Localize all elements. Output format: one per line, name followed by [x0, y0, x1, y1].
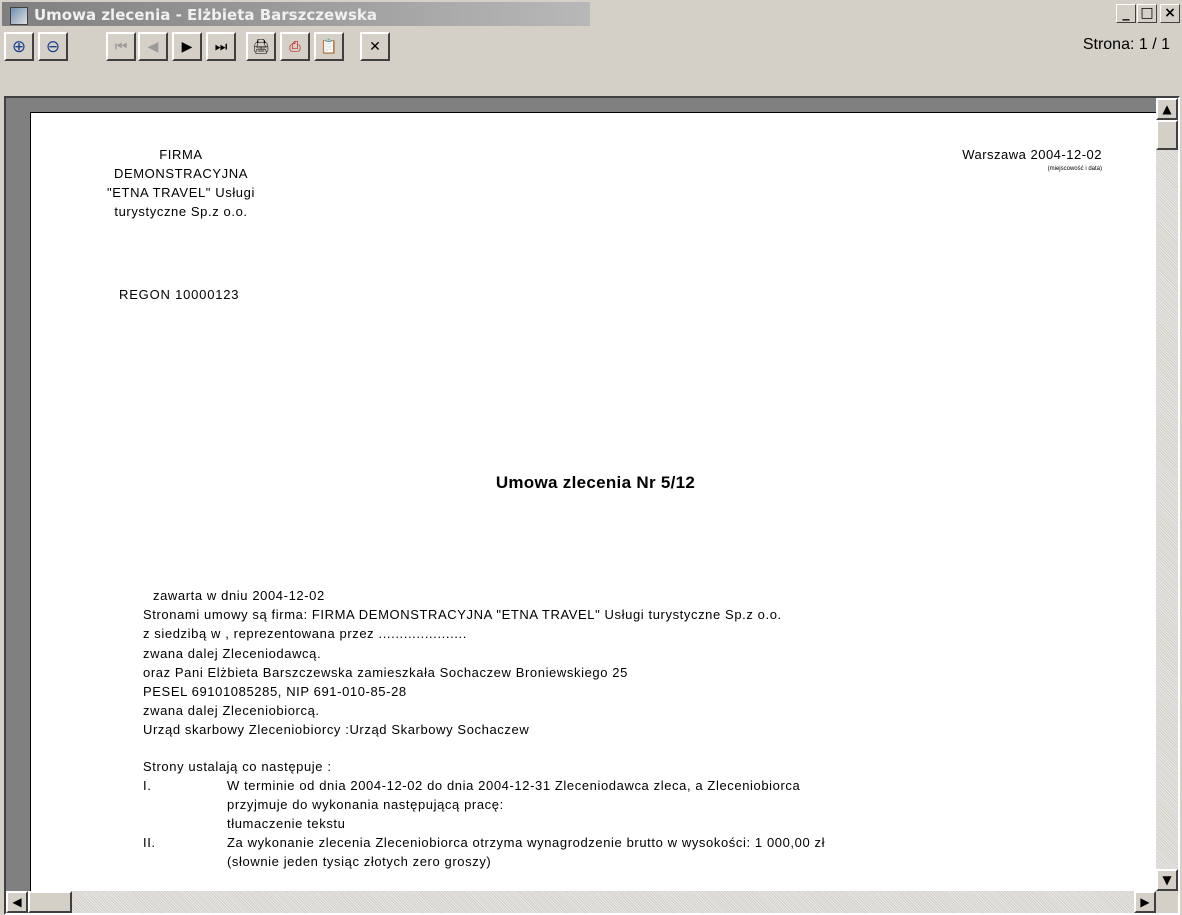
- zoom-out-button[interactable]: ⊖: [38, 32, 68, 61]
- seat-line: z siedzibą w , reprezentowana przez ....…: [143, 626, 467, 641]
- last-page-button[interactable]: ⏭: [206, 32, 236, 61]
- close-icon: ✕: [369, 38, 381, 55]
- firm-line: "ETNA TRAVEL" Usługi: [107, 185, 255, 200]
- clause-text: Za wykonanie zlecenia Zleceniobiorca otr…: [227, 835, 826, 850]
- title-bar[interactable]: Umowa zlecenia - Elżbieta Barszczewska _…: [0, 0, 1182, 28]
- scroll-up-button[interactable]: ▲: [1156, 98, 1178, 120]
- window-title: Umowa zlecenia - Elżbieta Barszczewska: [34, 6, 378, 24]
- zoom-in-button[interactable]: ⊕: [4, 32, 34, 61]
- firm-header: FIRMA DEMONSTRACYJNA "ETNA TRAVEL" Usług…: [81, 145, 281, 221]
- app-icon[interactable]: [10, 7, 28, 25]
- next-page-icon: ▶: [181, 38, 193, 55]
- clause-number: I.: [143, 778, 152, 793]
- title-bar-caption-area[interactable]: Umowa zlecenia - Elżbieta Barszczewska: [2, 2, 590, 26]
- prev-page-icon: ◀: [147, 38, 159, 55]
- preview-viewport[interactable]: FIRMA DEMONSTRACYJNA "ETNA TRAVEL" Usług…: [4, 96, 1180, 915]
- clause-text: W terminie od dnia 2004-12-02 do dnia 20…: [227, 778, 801, 793]
- zoom-in-icon: ⊕: [11, 36, 27, 57]
- contractor-label-line: zwana dalej Zleceniobiorcą.: [143, 703, 320, 718]
- export-pdf-button[interactable]: ⎙: [280, 32, 310, 61]
- contract-date-line: zawarta w dniu 2004-12-02: [153, 588, 325, 603]
- print-button[interactable]: 🖨: [246, 32, 276, 61]
- document-title: Umowa zlecenia Nr 5/12: [495, 473, 696, 492]
- first-page-button[interactable]: ⏮: [106, 32, 136, 61]
- city-date-note: (miejscowość i data): [1047, 166, 1102, 172]
- terms-intro-line: Strony ustalają co następuje :: [143, 759, 332, 774]
- scroll-right-button[interactable]: ▶: [1134, 891, 1156, 913]
- firm-line: turystyczne Sp.z o.o.: [114, 204, 248, 219]
- page-indicator: Strona: 1 / 1: [1082, 36, 1170, 53]
- copy-button[interactable]: 📋: [314, 32, 344, 61]
- last-page-icon: ⏭: [214, 38, 228, 55]
- clause-text: przyjmuje do wykonania następującą pracę…: [227, 797, 504, 812]
- contractor-line: oraz Pani Elżbieta Barszczewska zamieszk…: [143, 665, 628, 680]
- printer-icon: 🖨: [252, 38, 270, 55]
- firm-line: DEMONSTRACYJNA: [113, 166, 249, 181]
- clipboard-icon: 📋: [320, 38, 338, 55]
- next-page-button[interactable]: ▶: [172, 32, 202, 61]
- horizontal-scroll-thumb[interactable]: [28, 891, 72, 913]
- pesel-nip-line: PESEL 69101085285, NIP 691-010-85-28: [143, 684, 407, 699]
- scrollbar-corner: [1156, 891, 1178, 913]
- vertical-scrollbar[interactable]: ▲ ▼: [1156, 98, 1178, 891]
- prev-page-button[interactable]: ◀: [138, 32, 168, 61]
- minimize-button[interactable]: _: [1116, 4, 1136, 23]
- vertical-scroll-thumb[interactable]: [1156, 120, 1178, 150]
- parties-line: Stronami umowy są firma: FIRMA DEMONSTRA…: [143, 607, 782, 622]
- first-page-icon: ⏮: [114, 38, 128, 55]
- pdf-icon: ⎙: [289, 38, 301, 55]
- close-preview-button[interactable]: ✕: [360, 32, 390, 61]
- zoom-out-icon: ⊖: [45, 36, 61, 57]
- firm-line: FIRMA: [159, 147, 203, 162]
- scroll-down-button[interactable]: ▼: [1156, 869, 1178, 891]
- horizontal-scrollbar[interactable]: ◀ ▶: [6, 891, 1156, 913]
- city-date: Warszawa 2004-12-02: [962, 147, 1102, 162]
- regon-number: REGON 10000123: [119, 287, 240, 302]
- tax-office-line: Urząd skarbowy Zleceniobiorcy :Urząd Ska…: [143, 722, 530, 737]
- scroll-left-button[interactable]: ◀: [6, 891, 28, 913]
- clause-text: tłumaczenie tekstu: [227, 816, 346, 831]
- document-page: FIRMA DEMONSTRACYJNA "ETNA TRAVEL" Usług…: [30, 112, 1161, 900]
- close-window-button[interactable]: ×: [1160, 4, 1180, 23]
- clause-number: II.: [143, 835, 156, 850]
- principal-line: zwana dalej Zleceniodawcą.: [143, 646, 322, 661]
- clause-text: (słownie jeden tysiąc złotych zero grosz…: [227, 854, 492, 869]
- maximize-button[interactable]: □: [1137, 4, 1157, 23]
